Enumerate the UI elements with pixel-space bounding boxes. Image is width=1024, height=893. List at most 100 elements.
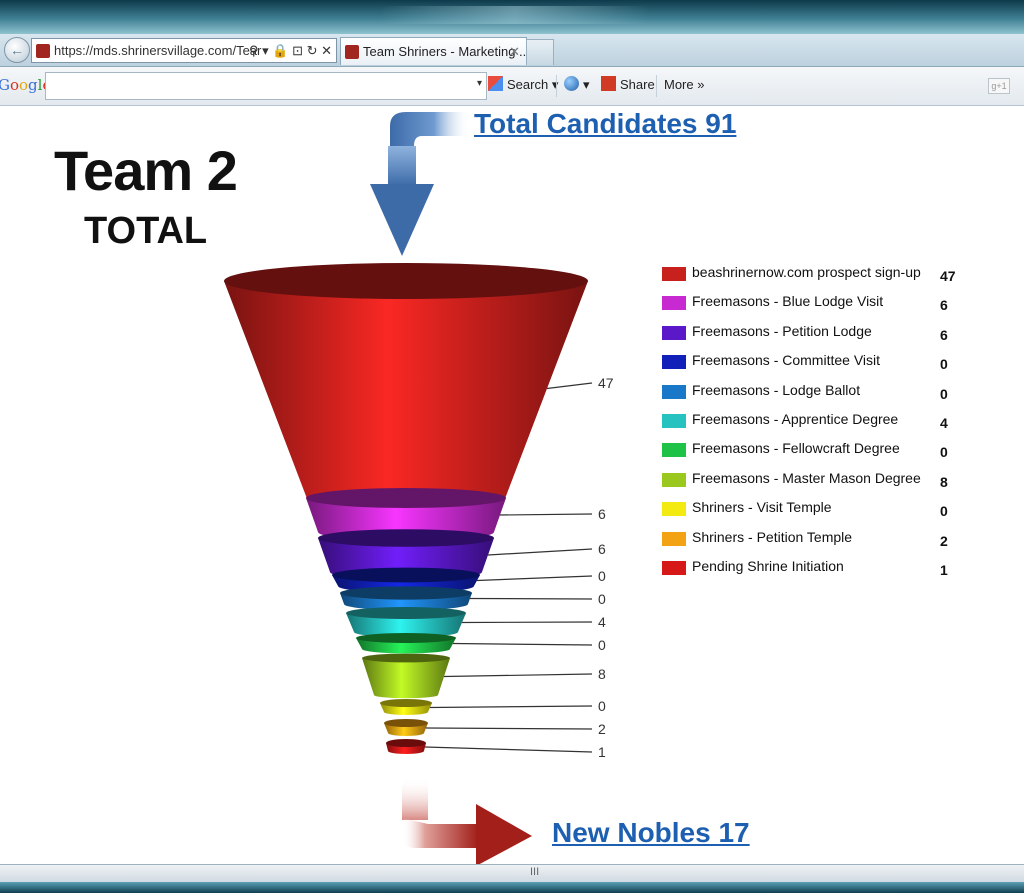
funnel-segment bbox=[340, 586, 472, 611]
legend-label: Shriners - Visit Temple bbox=[692, 499, 832, 516]
legend-item: Shriners - Petition Temple 2 bbox=[662, 525, 962, 554]
funnel-segment bbox=[346, 607, 466, 638]
leader-line bbox=[452, 642, 593, 646]
funnel-segment bbox=[380, 699, 432, 715]
legend-swatch bbox=[662, 325, 686, 340]
legend-value: 2 bbox=[940, 532, 948, 549]
leader-line bbox=[425, 727, 593, 730]
legend-value: 0 bbox=[940, 356, 948, 373]
legend-value: 6 bbox=[940, 326, 948, 343]
leader-line bbox=[487, 548, 593, 556]
funnel-value-label: 0 bbox=[598, 591, 606, 607]
funnel-value-label: 6 bbox=[598, 541, 606, 557]
legend-label: Freemasons - Master Mason Degree bbox=[692, 469, 921, 486]
legend-label: beashrinernow.com prospect sign-up bbox=[692, 264, 921, 280]
funnel-value-label: 0 bbox=[598, 698, 606, 714]
toolbar-separator bbox=[556, 75, 557, 97]
funnel-value-label: 8 bbox=[598, 666, 606, 682]
share-button[interactable]: Share bbox=[601, 76, 655, 93]
legend-swatch bbox=[662, 531, 686, 546]
google-search-icon bbox=[488, 76, 503, 92]
page-content: 47 6 6 0 0 4 0 8 0 2 1 Team 2 TOTAL Total Candidat… bbox=[0, 106, 1024, 864]
legend-item: Freemasons - Apprentice Degree 4 bbox=[662, 407, 962, 436]
team-title: Team 2 bbox=[54, 139, 238, 202]
globe-icon bbox=[564, 76, 579, 92]
funnel-segment bbox=[224, 263, 588, 506]
leader-line bbox=[546, 382, 593, 390]
new-tab-button[interactable] bbox=[526, 39, 554, 65]
funnel-segment bbox=[362, 653, 450, 699]
legend-label: Shriners - Petition Temple bbox=[692, 528, 853, 545]
legend-swatch bbox=[662, 443, 686, 458]
leader-line bbox=[429, 705, 593, 709]
address-bar[interactable]: https://mds.shrinersvillage.com/Tear ⚲ ▾… bbox=[31, 38, 337, 63]
tab-close-icon[interactable]: ✕ bbox=[509, 38, 520, 65]
legend-value: 0 bbox=[940, 444, 948, 461]
legend-swatch bbox=[662, 384, 686, 399]
legend-label: Freemasons - Petition Lodge bbox=[692, 322, 872, 339]
browser-nav-bar: ← https://mds.shrinersvillage.com/Tear ⚲… bbox=[0, 34, 1024, 67]
team-subtitle: TOTAL bbox=[84, 210, 208, 252]
legend-value: 4 bbox=[940, 414, 948, 431]
tab-title: Team Shriners - Marketing ... bbox=[363, 44, 530, 59]
funnel-value-label: 4 bbox=[598, 614, 606, 630]
funnel-segments bbox=[224, 263, 588, 754]
total-candidates-link[interactable]: Total Candidates 91 bbox=[474, 108, 736, 140]
taskbar-strip bbox=[0, 882, 1024, 893]
legend-item: Freemasons - Fellowcraft Degree 0 bbox=[662, 436, 962, 465]
google-toolbar: Google ▾ Search ▾ ▾ Share More » g+1 bbox=[0, 67, 1024, 106]
legend-value: 8 bbox=[940, 473, 948, 490]
legend-label: Freemasons - Fellowcraft Degree bbox=[692, 440, 900, 457]
window-title-bar bbox=[0, 0, 1024, 34]
legend-swatch bbox=[662, 267, 686, 281]
legend-item: Freemasons - Petition Lodge 6 bbox=[662, 319, 962, 348]
legend-item: beashrinernow.com prospect sign-up 47 bbox=[662, 260, 962, 289]
legend-item: Freemasons - Committee Visit 0 bbox=[662, 348, 962, 377]
legend-label: Freemasons - Blue Lodge Visit bbox=[692, 293, 884, 310]
google-plus-button[interactable]: g+1 bbox=[988, 78, 1010, 94]
legend-swatch bbox=[662, 296, 686, 311]
leader-line bbox=[424, 746, 593, 753]
arrow-down-icon bbox=[370, 112, 470, 256]
scrollbar-grip[interactable]: III bbox=[530, 866, 539, 878]
legend-swatch bbox=[662, 560, 686, 575]
funnel-value-label: 1 bbox=[598, 744, 606, 760]
legend-value: 47 bbox=[940, 268, 956, 284]
google-search-button[interactable]: Search ▾ bbox=[488, 76, 558, 93]
search-history-dropdown-icon[interactable]: ▾ bbox=[477, 78, 482, 89]
funnel-value-label: 6 bbox=[598, 506, 606, 522]
globe-button[interactable]: ▾ bbox=[564, 76, 590, 93]
legend-item: Freemasons - Master Mason Degree 8 bbox=[662, 466, 962, 495]
new-nobles-link[interactable]: New Nobles 17 bbox=[552, 817, 750, 849]
legend-swatch bbox=[662, 502, 686, 517]
legend-swatch bbox=[662, 472, 686, 487]
funnel-value-label: 0 bbox=[598, 637, 606, 653]
back-button[interactable]: ← bbox=[4, 37, 30, 63]
legend-label: Freemasons - Apprentice Degree bbox=[692, 410, 899, 427]
toolbar-separator bbox=[656, 75, 657, 97]
legend-item: Freemasons - Lodge Ballot 0 bbox=[662, 378, 962, 407]
legend-item: Freemasons - Blue Lodge Visit 6 bbox=[662, 289, 962, 318]
legend-value: 6 bbox=[940, 297, 948, 314]
legend-swatch bbox=[662, 413, 686, 428]
google-search-input[interactable]: ▾ bbox=[45, 72, 487, 100]
favicon-icon bbox=[36, 43, 50, 58]
horizontal-scrollbar[interactable]: III bbox=[0, 864, 1024, 883]
legend-label: Pending Shrine Initiation bbox=[692, 557, 844, 574]
browser-tab-active[interactable]: Team Shriners - Marketing ... ✕ bbox=[340, 37, 530, 65]
leader-line bbox=[461, 621, 593, 624]
legend-item: Shriners - Visit Temple 0 bbox=[662, 495, 962, 524]
address-controls[interactable]: ⚲ ▾ 🔒 ⊡ ↻ ✕ bbox=[249, 39, 332, 62]
funnel-segment bbox=[356, 633, 456, 654]
address-url: https://mds.shrinersvillage.com/Tear bbox=[54, 43, 262, 58]
more-button[interactable]: More » bbox=[664, 77, 704, 92]
leader-line bbox=[476, 575, 593, 582]
funnel-value-label: 0 bbox=[598, 568, 606, 584]
funnel-segment bbox=[384, 719, 428, 736]
window-title-blur bbox=[380, 6, 650, 24]
share-icon bbox=[601, 76, 616, 92]
legend-label: Freemasons - Lodge Ballot bbox=[692, 381, 861, 398]
legend-value: 0 bbox=[940, 503, 948, 520]
legend-value: 1 bbox=[940, 561, 948, 578]
funnel-value-label: 47 bbox=[598, 375, 614, 391]
